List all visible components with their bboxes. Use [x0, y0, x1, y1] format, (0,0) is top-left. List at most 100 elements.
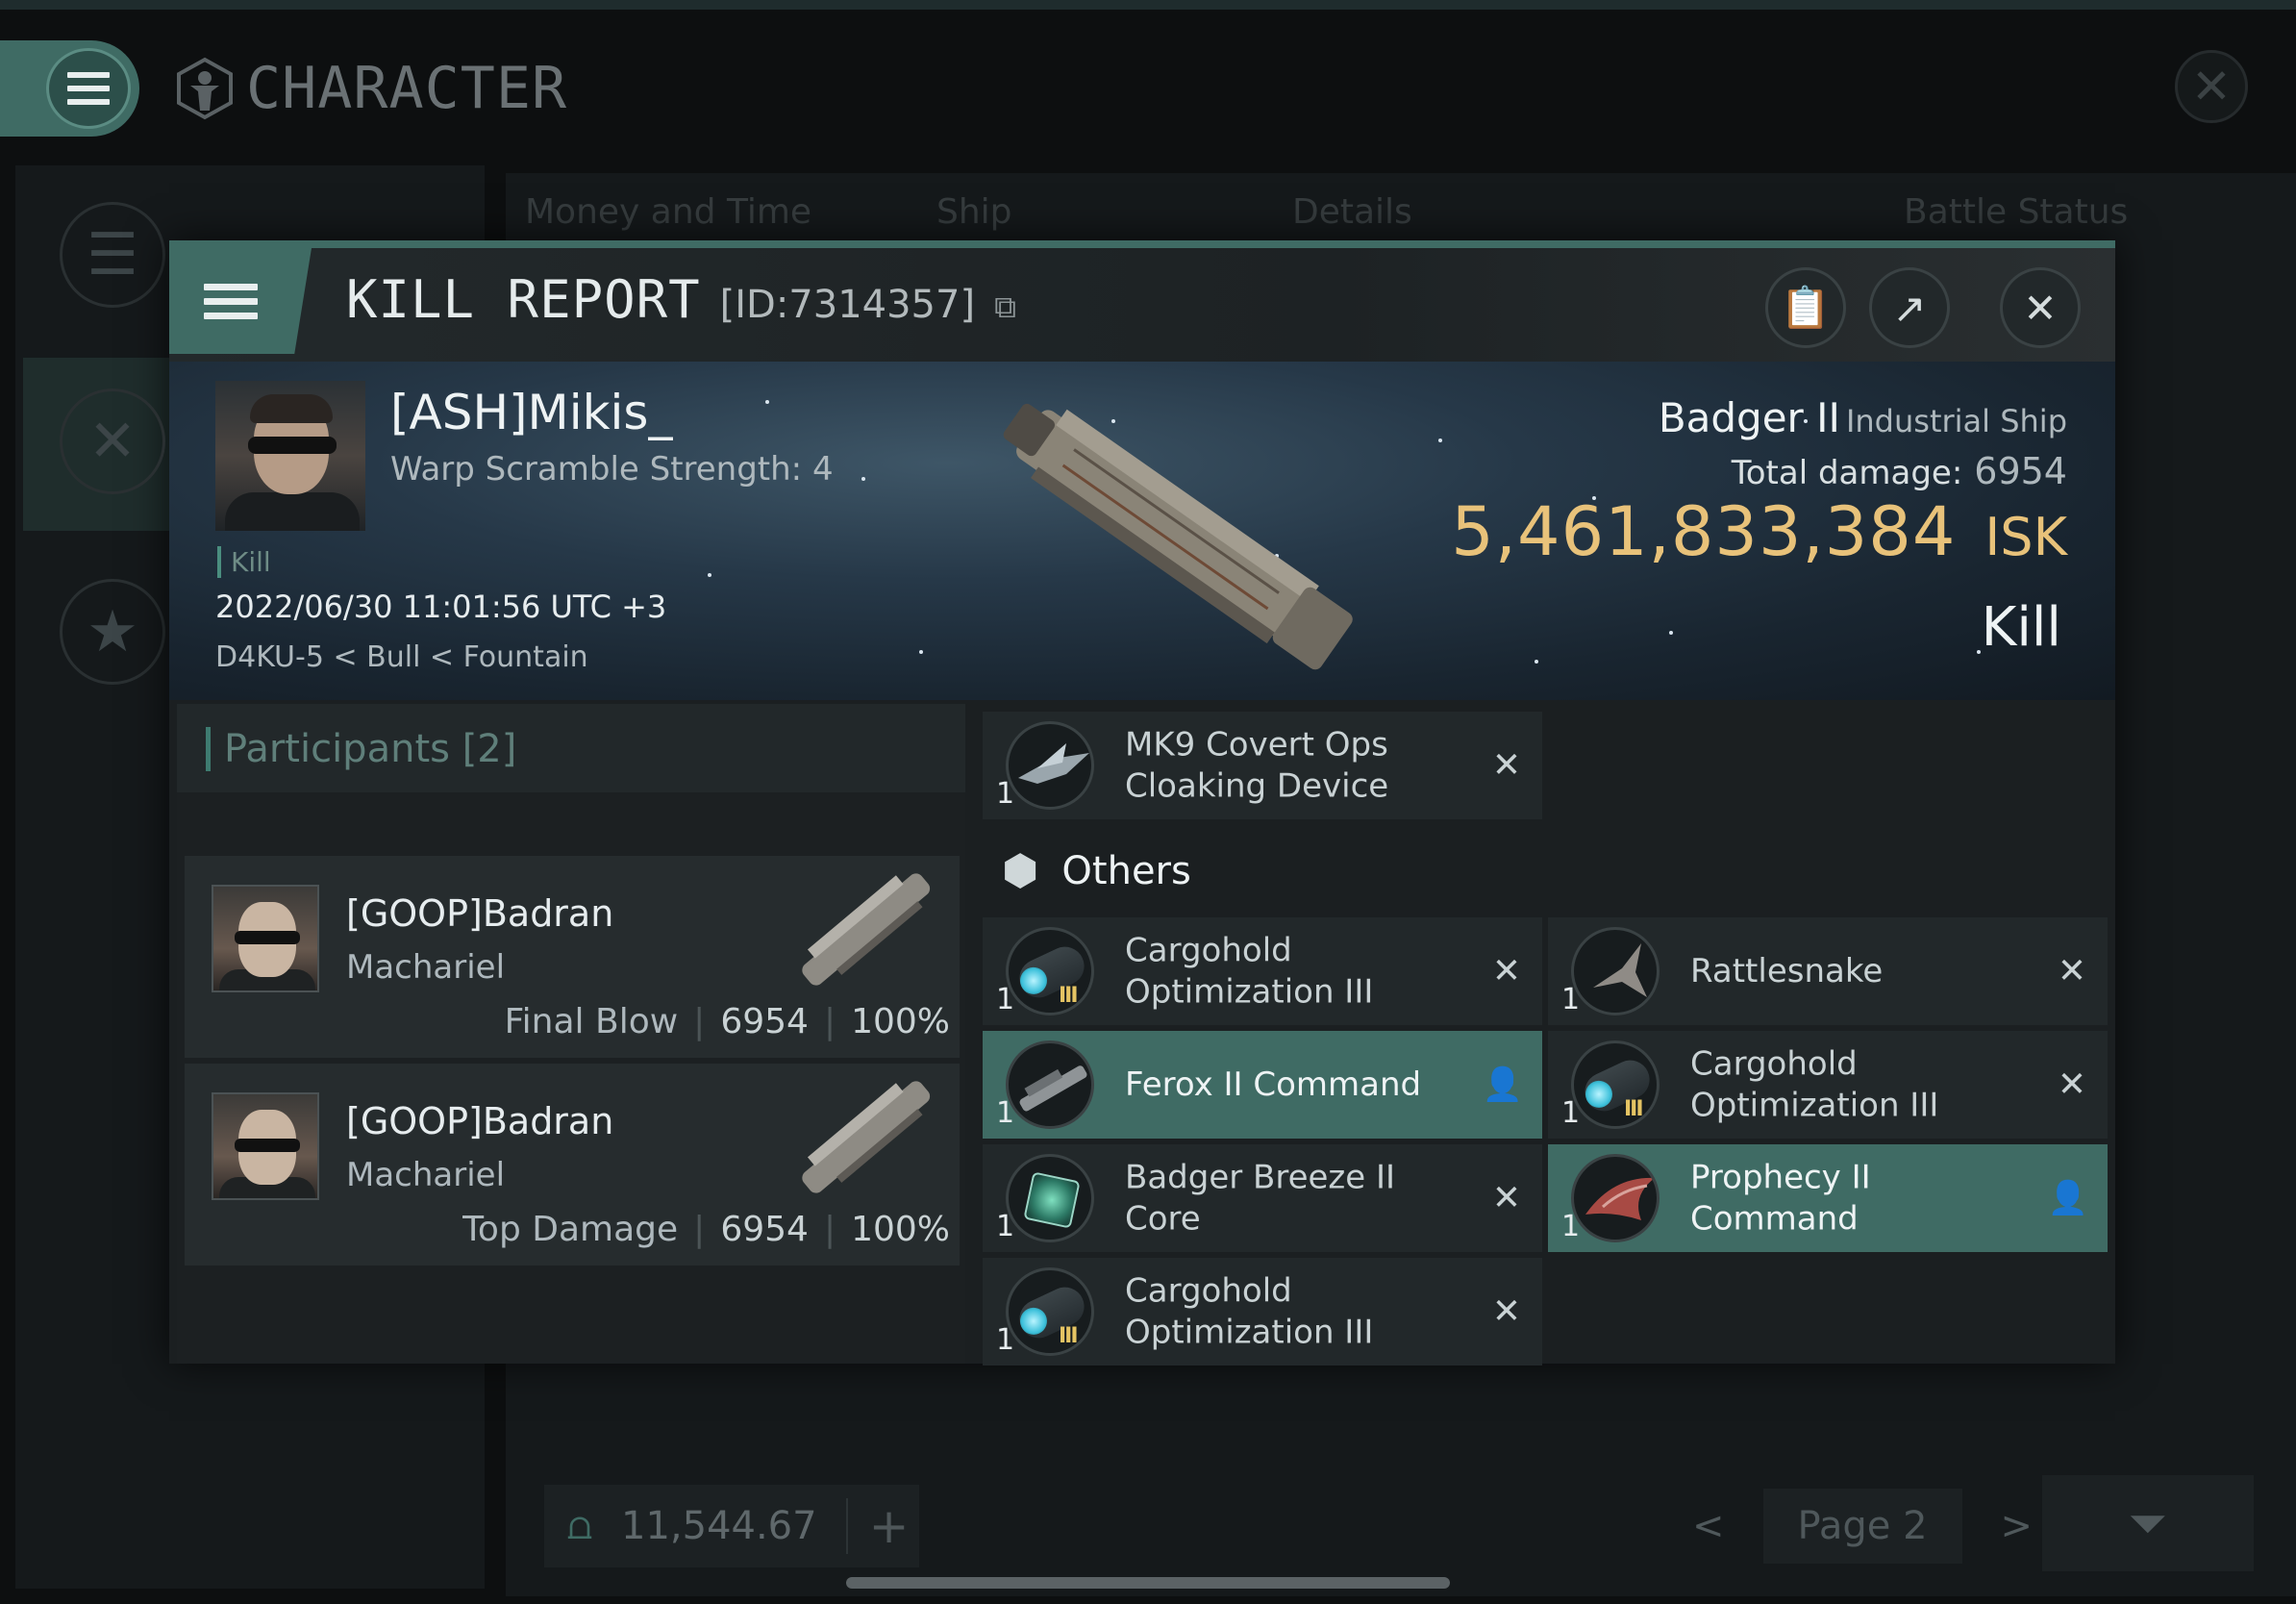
user-icon[interactable]: 👤	[2048, 1179, 2088, 1217]
prophecy-ship-icon	[1571, 1154, 1660, 1242]
star-icon[interactable]: ★	[60, 579, 165, 685]
participant-stats: Top Damage | 6954 | 100%	[462, 1210, 950, 1249]
kill-report-title-text: KILL REPORT	[346, 269, 701, 330]
cargohold-optimization-icon: III	[1006, 1267, 1094, 1356]
cube-icon: ⬢	[1002, 846, 1039, 895]
user-icon[interactable]: 👤	[1483, 1065, 1523, 1104]
prev-page-button[interactable]: <	[1692, 1504, 1725, 1548]
swords-icon[interactable]: ✕	[60, 388, 165, 494]
ship-class: Industrial Ship	[1845, 403, 2067, 439]
victim-ship-image	[1003, 403, 1353, 670]
rattlesnake-ship-icon	[1571, 927, 1660, 1015]
next-page-button[interactable]: >	[2001, 1504, 2034, 1548]
tab-ship[interactable]: Ship	[936, 192, 1012, 232]
avatar[interactable]	[212, 885, 319, 992]
participants-count: [2]	[462, 727, 517, 771]
item-row[interactable]: III 1 Cargohold Optimization III ✕	[1548, 1031, 2108, 1139]
kill-report-window: KILL REPORT [ID:7314357] ⧉ 📋 ↗ ✕ [ASH]Mi…	[169, 240, 2115, 1366]
item-name: Prophecy II Command	[1690, 1158, 1871, 1239]
share-icon[interactable]: ↗	[1869, 267, 1950, 348]
item-name: Cargohold Optimization III	[1125, 1271, 1374, 1352]
participant-name: [GOOP]Badran	[346, 892, 614, 935]
victim-portrait[interactable]	[215, 381, 365, 531]
cargohold-optimization-icon: III	[1006, 927, 1094, 1015]
clipboard-icon[interactable]: 📋	[1765, 267, 1846, 348]
add-funds-button[interactable]: +	[845, 1498, 909, 1554]
hamburger-icon	[204, 283, 258, 319]
top-strip	[0, 0, 2296, 10]
participant-ship: Machariel	[346, 948, 506, 987]
kill-report-title: KILL REPORT [ID:7314357] ⧉	[346, 269, 1016, 330]
list-icon[interactable]: ☰	[60, 202, 165, 308]
tab-money-and-time[interactable]: Money and Time	[525, 192, 811, 232]
destroyed-icon: ✕	[1491, 1178, 1521, 1218]
destroyed-icon: ✕	[1491, 1291, 1521, 1332]
main-menu-button[interactable]	[0, 40, 139, 137]
horizontal-scrollbar[interactable]	[846, 1577, 1450, 1589]
total-damage: Total damage: 6954	[1731, 450, 2067, 492]
item-name: Rattlesnake	[1690, 951, 1884, 990]
pagination: < Page 2 >	[1692, 1485, 2033, 1567]
machariel-ship-image	[802, 1081, 931, 1193]
ferox-ship-icon	[1006, 1040, 1094, 1129]
wallet-bar: ⩍ 11,544.67 +	[544, 1485, 919, 1567]
isk-unit: ISK	[1984, 507, 2067, 567]
victim-banner: [ASH]Mikis_ Warp Scramble Strength: 4 Ki…	[169, 362, 2115, 700]
avatar[interactable]	[212, 1092, 319, 1200]
isk-value: 5,461,833,384 ISK	[1451, 492, 2067, 571]
item-row[interactable]: 1 Rattlesnake ✕	[1548, 917, 2108, 1025]
ship-name: Badger II	[1658, 394, 1840, 441]
total-damage-value: 6954	[1974, 450, 2067, 492]
kill-status: Kill	[1981, 596, 2061, 659]
item-row[interactable]: 1 Prophecy II Command 👤	[1548, 1144, 2108, 1252]
destroyed-icon: ✕	[2057, 1065, 2086, 1105]
copy-id-icon[interactable]: ⧉	[994, 288, 1016, 326]
item-row[interactable]: III 1 Cargohold Optimization III ✕	[983, 917, 1542, 1025]
close-icon[interactable]: ✕	[2000, 267, 2081, 348]
destroyed-icon: ✕	[1491, 745, 1521, 786]
tab-details[interactable]: Details	[1292, 192, 1412, 232]
warp-scramble-strength: Warp Scramble Strength: 4	[390, 450, 834, 489]
participant-row[interactable]: [GOOP]Badran Machariel Final Blow | 6954 |…	[185, 856, 960, 1058]
hamburger-icon	[46, 48, 131, 129]
kill-tag: Kill	[217, 546, 271, 578]
item-row[interactable]: 1 Ferox II Command 👤	[983, 1031, 1542, 1139]
destroyed-icon: ✕	[1491, 951, 1521, 991]
isk-amount: 5,461,833,384	[1451, 492, 1957, 571]
cloaking-device-icon	[1006, 721, 1094, 810]
item-name: Badger Breeze II Core	[1125, 1158, 1396, 1239]
others-section-header: ⬢ Others	[1002, 846, 1191, 895]
page-indicator: Page 2	[1762, 1489, 1962, 1564]
close-icon[interactable]: ✕	[2175, 50, 2248, 123]
items-panel: 1 MK9 Covert Ops Cloaking Device ✕ ⬢ Othe…	[973, 704, 2115, 1366]
participant-name: [GOOP]Badran	[346, 1100, 614, 1142]
badger-breeze-core-icon	[1006, 1154, 1094, 1242]
tab-battle-status[interactable]: Battle Status	[1904, 192, 2128, 232]
destroyed-icon: ✕	[2057, 951, 2086, 991]
participant-ship: Machariel	[346, 1156, 506, 1194]
participants-label: Participants	[224, 727, 450, 771]
wallet-value: 11,544.67	[621, 1504, 817, 1548]
kill-datetime: 2022/06/30 11:01:56 UTC +3	[215, 589, 667, 625]
item-name: Cargohold Optimization III	[1125, 931, 1374, 1012]
participants-header: Participants [2]	[177, 704, 965, 792]
character-icon	[177, 57, 233, 120]
item-name: Ferox II Command	[1125, 1065, 1422, 1104]
item-row[interactable]: 1 Badger Breeze II Core ✕	[983, 1144, 1542, 1252]
kill-report-menu-button[interactable]	[169, 248, 312, 354]
victim-name[interactable]: [ASH]Mikis_	[390, 385, 672, 440]
item-row[interactable]: 1 MK9 Covert Ops Cloaking Device ✕	[983, 712, 1542, 819]
modal-accent-bar	[169, 240, 2115, 248]
participant-stats: Final Blow | 6954 | 100%	[504, 1002, 950, 1041]
kill-location[interactable]: D4KU-5 < Bull < Fountain	[215, 640, 588, 674]
item-name: MK9 Covert Ops Cloaking Device	[1125, 725, 1389, 806]
victim-ship[interactable]: Badger II Industrial Ship	[1659, 394, 2067, 441]
item-row[interactable]: III 1 Cargohold Optimization III ✕	[983, 1258, 1542, 1366]
cargohold-optimization-icon: III	[1571, 1040, 1660, 1129]
filter-icon[interactable]: ⏷	[2042, 1475, 2254, 1571]
page-title: CHARACTER	[173, 50, 567, 127]
participant-row[interactable]: [GOOP]Badran Machariel Top Damage | 6954 |…	[185, 1064, 960, 1266]
kill-report-id: [ID:7314357]	[719, 283, 976, 327]
wallet-icon: ⩍	[567, 1504, 592, 1548]
machariel-ship-image	[802, 873, 931, 986]
